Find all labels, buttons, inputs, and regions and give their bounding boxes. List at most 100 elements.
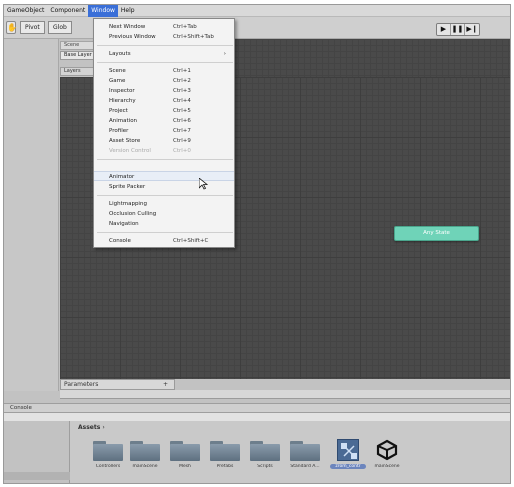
asset-label: Prefabs	[216, 464, 234, 469]
asset-label: Mesh	[179, 464, 191, 469]
menu-separator	[97, 62, 233, 63]
menu-item-label: Layouts	[109, 51, 131, 57]
asset-label: Scripts	[257, 464, 273, 469]
menu-separator	[97, 45, 233, 46]
menu-item-label: Sprite Packer	[109, 184, 146, 190]
menu-item-shortcut: Ctrl+Shift+Tab	[173, 34, 214, 40]
asset-label: Controllers	[95, 464, 121, 469]
menu-item-label: Navigation	[109, 221, 139, 227]
menu-item-hierarchy[interactable]: Hierarchy Ctrl+4	[94, 96, 234, 106]
folder-icon	[130, 441, 160, 461]
menu-item-shortcut: Ctrl+5	[173, 108, 191, 114]
menu-item-occlusion-culling[interactable]: Occlusion Culling	[94, 209, 234, 219]
menu-item-shortcut: Ctrl+4	[173, 98, 191, 104]
left-panel	[4, 39, 59, 391]
asset-label: mainScene	[132, 464, 158, 469]
asset-item[interactable]: Standard A...	[287, 441, 323, 469]
window-menu-dropdown: Next Window Ctrl+Tab Previous Window Ctr…	[93, 18, 235, 248]
menu-item-shortcut: Ctrl+Shift+C	[173, 238, 209, 244]
folder-icon	[290, 441, 320, 461]
menu-component[interactable]: Component	[47, 5, 88, 17]
parameters-tab[interactable]: Parameters +	[60, 379, 175, 390]
menu-item-label: Previous Window	[109, 34, 156, 40]
global-toggle-button[interactable]: Glob	[48, 21, 72, 34]
assets-label: Assets	[78, 424, 101, 431]
menu-item-game[interactable]: Game Ctrl+2	[94, 76, 234, 86]
menu-item-label: Animator	[109, 174, 135, 180]
menu-item-label: Project	[109, 108, 128, 114]
menu-separator	[97, 232, 233, 233]
menu-item-label: Next Window	[109, 24, 146, 30]
menu-item-console[interactable]: Console Ctrl+Shift+C	[94, 236, 234, 246]
menu-item-profiler[interactable]: Profiler Ctrl+7	[94, 126, 234, 136]
asset-item[interactable]: mainScene	[127, 441, 163, 469]
menu-item-shortcut: Ctrl+6	[173, 118, 191, 124]
menu-item-label: Version Control	[109, 148, 151, 154]
asset-item[interactable]: Prefabs	[207, 441, 243, 469]
menu-item-label: Profiler	[109, 128, 129, 134]
unity-scene-icon	[376, 439, 398, 461]
add-parameter-icon[interactable]: +	[163, 380, 168, 389]
menu-item-shortcut: Ctrl+Tab	[173, 24, 197, 30]
project-tree-scrollbar[interactable]	[4, 472, 70, 480]
asset-item[interactable]: mainScene	[369, 439, 405, 469]
menu-item-layouts[interactable]: Layouts ›	[94, 49, 234, 59]
menu-item-project[interactable]: Project Ctrl+5	[94, 106, 234, 116]
pivot-toggle-button[interactable]: Pivot	[20, 21, 45, 34]
menu-item-lightmapping[interactable]: Lightmapping	[94, 199, 234, 209]
animator-controller-icon	[337, 439, 359, 461]
console-tab[interactable]: Console	[4, 403, 510, 413]
menu-item-label: Inspector	[109, 88, 135, 94]
menu-item-shortcut: Ctrl+7	[173, 128, 191, 134]
toolbar: ✋ Pivot Glob ▶ ❚❚ ▶❙	[4, 17, 510, 39]
pause-icon[interactable]: ❚❚	[451, 24, 465, 35]
folder-icon	[93, 441, 123, 461]
parameters-strip	[60, 390, 510, 399]
menu-item-label: Animation	[109, 118, 138, 124]
any-state-node[interactable]: Any State	[394, 226, 479, 241]
menu-item-label: Console	[109, 238, 131, 244]
menu-item-inspector[interactable]: Inspector Ctrl+3	[94, 86, 234, 96]
menu-item-sprite-packer[interactable]: Sprite Packer	[94, 182, 234, 192]
menu-separator	[97, 195, 233, 196]
menu-item-label: Scene	[109, 68, 126, 74]
playback-controls: ▶ ❚❚ ▶❙	[436, 23, 480, 36]
assets-caret-icon: ›	[102, 424, 105, 431]
menu-item-label: Occlusion Culling	[109, 211, 157, 217]
menu-item-next-window[interactable]: Next Window Ctrl+Tab	[94, 22, 234, 32]
menu-item-label: Asset Store	[109, 138, 141, 144]
menu-item-asset-store[interactable]: Asset Store Ctrl+9	[94, 136, 234, 146]
menu-item-previous-window[interactable]: Previous Window Ctrl+Shift+Tab	[94, 32, 234, 42]
parameters-label: Parameters	[64, 381, 99, 388]
menu-separator	[97, 159, 233, 160]
menu-item-shortcut: Ctrl+1	[173, 68, 191, 74]
asset-item[interactable]: Controllers	[90, 441, 126, 469]
asset-item[interactable]: zrom_contr	[330, 439, 366, 469]
assets-breadcrumb[interactable]: Assets ›	[78, 424, 105, 431]
play-icon[interactable]: ▶	[437, 24, 451, 35]
menu-item-navigation[interactable]: Navigation	[94, 219, 234, 229]
asset-label: mainScene	[374, 464, 400, 469]
menu-item-scene[interactable]: Scene Ctrl+1	[94, 66, 234, 76]
menu-help[interactable]: Help	[118, 5, 138, 17]
menu-gameobject[interactable]: GameObject	[4, 5, 47, 17]
hand-tool-icon[interactable]: ✋	[6, 21, 17, 34]
folder-icon	[170, 441, 200, 461]
folder-icon	[250, 441, 280, 461]
folder-icon	[210, 441, 240, 461]
menu-item-label: Game	[109, 78, 126, 84]
unity-editor-window: GameObject Component Window Help ✋ Pivot…	[3, 4, 511, 484]
step-icon[interactable]: ▶❙	[465, 24, 479, 35]
asset-item[interactable]: Mesh	[167, 441, 203, 469]
mouse-cursor-icon	[198, 177, 209, 192]
menu-item-shortcut: Ctrl+0	[173, 148, 191, 154]
menu-item-version-control: Version Control Ctrl+0	[94, 146, 234, 156]
menu-item-animator[interactable]: Animator	[94, 171, 234, 181]
menu-item-animation[interactable]: Animation Ctrl+6	[94, 116, 234, 126]
menu-window[interactable]: Window	[88, 5, 118, 17]
menu-item-shortcut: Ctrl+2	[173, 78, 191, 84]
asset-label: zrom_contr	[330, 464, 366, 469]
menu-bar: GameObject Component Window Help	[4, 5, 510, 17]
asset-label: Standard A...	[290, 464, 320, 469]
asset-item[interactable]: Scripts	[247, 441, 283, 469]
